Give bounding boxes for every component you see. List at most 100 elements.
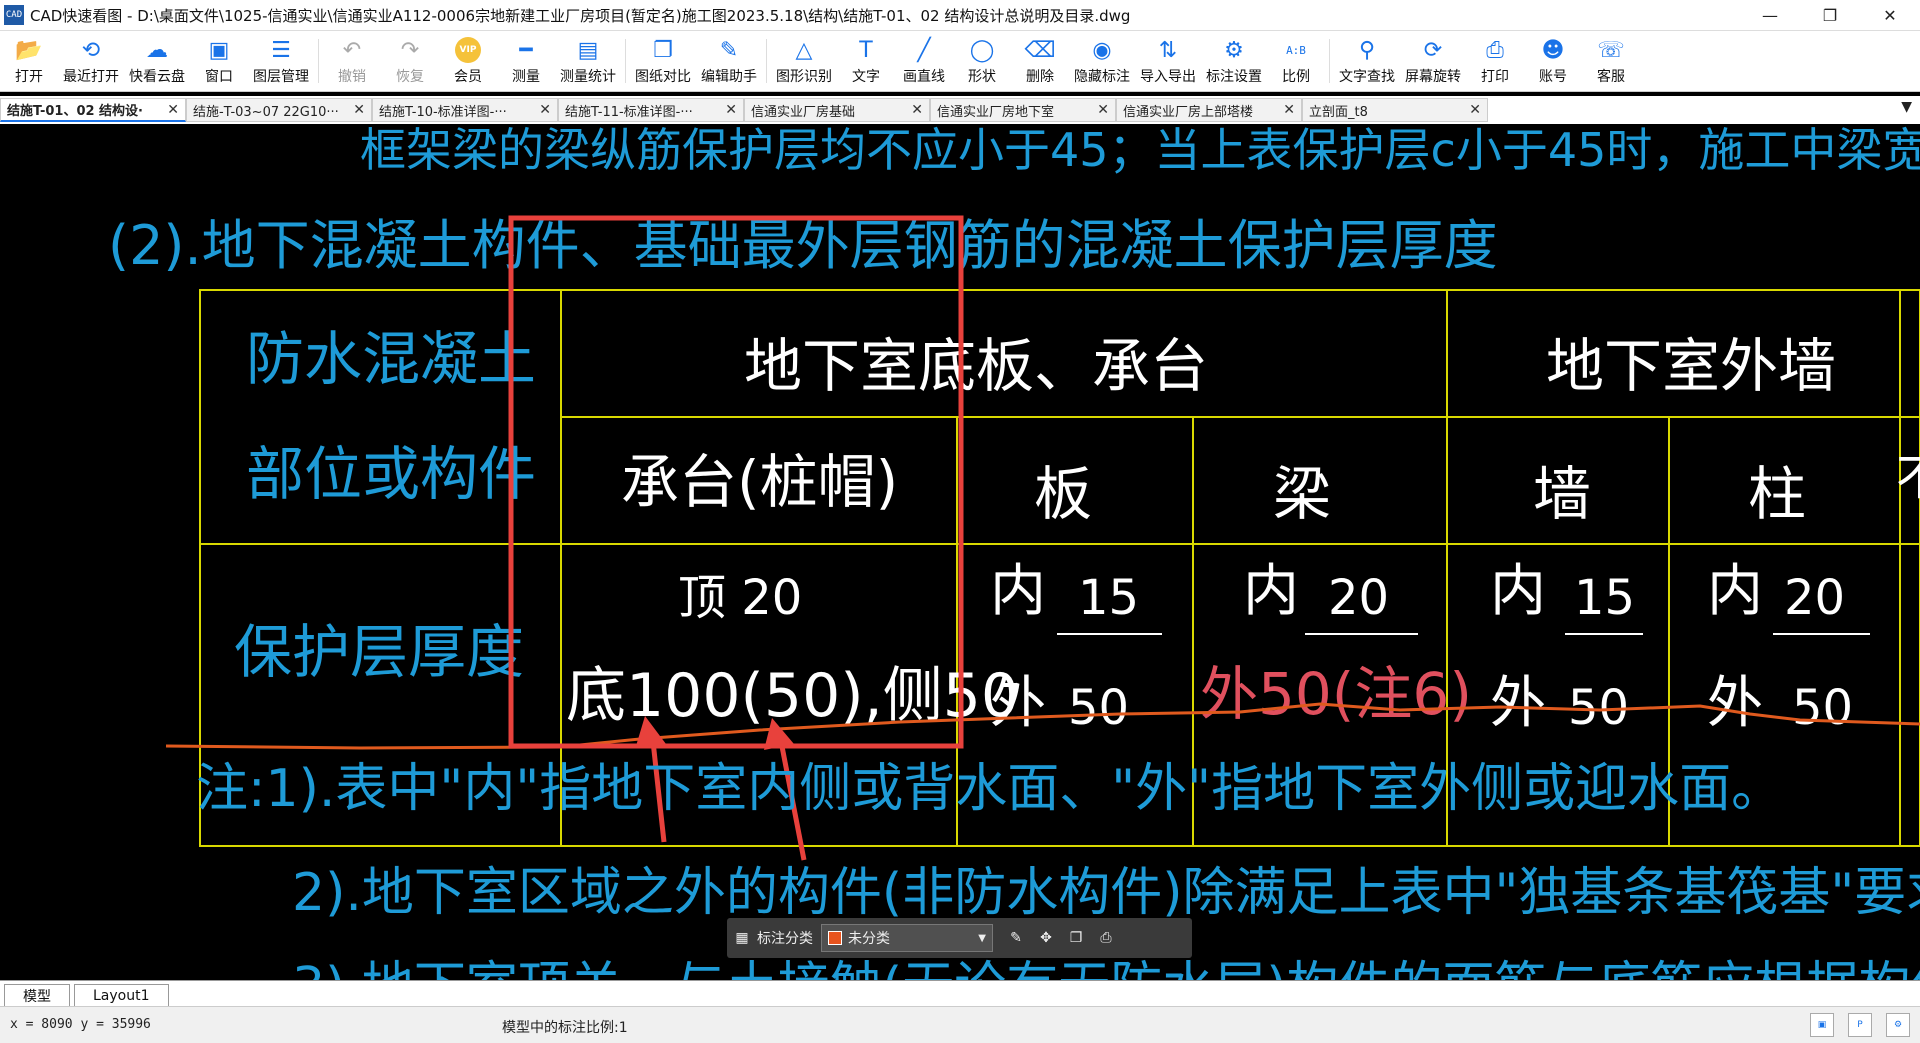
drawing-top-line: 框架梁的梁纵筋保护层均不应小于45；当上表保护层c小于45时，施工中梁宽应向外	[360, 124, 1920, 177]
row-header-2: 部位或构件	[246, 440, 536, 508]
toolbar-button-label: 图形识别	[776, 69, 832, 85]
toolbar-text-button[interactable]: T 文字	[837, 31, 895, 91]
document-tab[interactable]: 结施T-11-标准详图-··· ✕	[558, 98, 744, 122]
slab-inner-value: 15	[1078, 570, 1139, 626]
toolbar-eraser-button[interactable]: ⌫ 删除	[1011, 31, 1069, 91]
move-icon[interactable]: ✥	[1031, 930, 1061, 946]
annotation-category-select[interactable]: 未分类 ▼	[821, 924, 993, 952]
beam-inner-label: 内	[1243, 559, 1299, 624]
toolbar-line-button[interactable]: ╱ 画直线	[895, 31, 953, 91]
snapshot-icon[interactable]: ▣	[1810, 1013, 1834, 1037]
close-tab-icon[interactable]: ✕	[725, 102, 737, 118]
headset-icon: ☏	[1597, 37, 1625, 63]
toolbar-headset-button[interactable]: ☏ 客服	[1582, 31, 1640, 91]
close-tab-icon[interactable]: ✕	[1283, 102, 1295, 118]
toolbar-edit-assistant-button[interactable]: ✎ 编辑助手	[696, 31, 762, 91]
toolbar-button-label: 标注设置	[1206, 69, 1262, 85]
toolbar-measure-stats-button[interactable]: ▤ 测量统计	[555, 31, 621, 91]
toolbar-button-label: 撤销	[338, 69, 366, 85]
text-icon: T	[859, 37, 873, 63]
toolbar-button-label: 图层管理	[253, 69, 309, 85]
cloud-icon: ☁	[146, 37, 168, 63]
toolbar-cloud-button[interactable]: ☁ 快看云盘	[124, 31, 190, 91]
toolbar-button-label: 最近打开	[63, 69, 119, 85]
document-tab[interactable]: 结施T-10-标准详图-··· ✕	[372, 98, 558, 122]
toolbar-hide-annotation-button[interactable]: ◉ 隐藏标注	[1069, 31, 1135, 91]
edit-annotation-icon[interactable]: ✎	[1001, 930, 1031, 946]
toolbar-button-label: 打印	[1481, 69, 1509, 85]
wall-inner-label: 内	[1490, 559, 1546, 624]
layout-tab[interactable]: 模型	[4, 984, 70, 1007]
toolbar-annotation-settings-button[interactable]: ⚙ 标注设置	[1201, 31, 1267, 91]
toolbar-folder-open-button[interactable]: 📂 打开	[0, 31, 58, 91]
grid-icon[interactable]: ▦	[727, 930, 757, 946]
toolbar-scale-button[interactable]: A:B 比例	[1267, 31, 1325, 91]
toolbar-compare-button[interactable]: ❐ 图纸对比	[630, 31, 696, 91]
toolbar-shape-button[interactable]: ◯ 形状	[953, 31, 1011, 91]
toolbar-button-label: 隐藏标注	[1074, 69, 1130, 85]
layers-icon: ☰	[271, 37, 291, 63]
toolbar-redo-button[interactable]: ↷ 恢复	[381, 31, 439, 91]
document-tab[interactable]: 立剖面_t8 ✕	[1302, 98, 1488, 122]
drawing-canvas[interactable]: 框架梁的梁纵筋保护层均不应小于45；当上表保护层c小于45时，施工中梁宽应向外 …	[0, 124, 1920, 980]
app-logo-icon: CAD	[4, 5, 24, 25]
layout-tab[interactable]: Layout1	[74, 984, 169, 1007]
close-tab-icon[interactable]: ✕	[1097, 102, 1109, 118]
wall-inner-value: 15	[1574, 570, 1635, 626]
toolbar-shape-recognize-button[interactable]: △ 图形识别	[771, 31, 837, 91]
status-bar: x = 8090 y = 35996 模型中的标注比例:1 ▣ P ⚙	[0, 1006, 1920, 1043]
toolbar-user-button[interactable]: ☻ 账号	[1524, 31, 1582, 91]
document-tab[interactable]: 结施-T-03~07 22G10··· ✕	[186, 98, 372, 122]
close-tab-icon[interactable]: ✕	[353, 102, 365, 118]
close-tab-icon[interactable]: ✕	[911, 102, 923, 118]
cursor-coordinates: x = 8090 y = 35996	[10, 1017, 151, 1032]
toolbar-printer-button[interactable]: ⎙ 打印	[1466, 31, 1524, 91]
toolbar-button-label: 客服	[1597, 69, 1625, 85]
toolbar-button-label: 快看云盘	[129, 69, 185, 85]
toolbar-button-label: 会员	[454, 69, 482, 85]
toolbar-history-button[interactable]: ⟲ 最近打开	[58, 31, 124, 91]
toolbar-vip-button[interactable]: VIP 会员	[439, 31, 497, 91]
document-tab[interactable]: 信通实业厂房地下室 ✕	[930, 98, 1116, 122]
toolbar-rotate-screen-button[interactable]: ⟳ 屏幕旋转	[1400, 31, 1466, 91]
document-tab-label: 立剖面_t8	[1309, 104, 1368, 120]
tab-overflow-icon[interactable]: ▼	[1901, 99, 1912, 115]
history-icon: ⟲	[81, 37, 101, 63]
slab-outer-label: 外	[990, 671, 1046, 736]
close-tab-icon[interactable]: ✕	[1469, 102, 1481, 118]
document-tab-label: 结施-T-03~07 22G10···	[193, 104, 339, 120]
text-search-icon: ⚲	[1358, 37, 1376, 63]
document-tab-label: 信通实业厂房地下室	[937, 104, 1055, 120]
close-tab-icon[interactable]: ✕	[167, 102, 179, 118]
paste-icon[interactable]: ⎙	[1091, 930, 1121, 946]
toolbar-separator	[766, 39, 767, 83]
toolbar-button-label: 打开	[15, 69, 43, 85]
measure-stats-icon: ▤	[577, 37, 599, 63]
toolbar-layers-button[interactable]: ☰ 图层管理	[248, 31, 314, 91]
pdf-icon[interactable]: P	[1848, 1013, 1872, 1037]
maximize-button[interactable]: ❐	[1800, 0, 1860, 30]
category-color-swatch	[828, 931, 842, 945]
toolbar-undo-button[interactable]: ↶ 撤销	[323, 31, 381, 91]
document-tab[interactable]: 结施T-01、02 结构设· ✕	[0, 98, 186, 122]
toolbar-text-search-button[interactable]: ⚲ 文字查找	[1334, 31, 1400, 91]
toolbar-import-export-button[interactable]: ⇅ 导入导出	[1135, 31, 1201, 91]
minimize-button[interactable]: —	[1740, 0, 1800, 30]
document-tab[interactable]: 信通实业厂房上部塔楼 ✕	[1116, 98, 1302, 122]
toolbar-ruler-button[interactable]: ━ 测量	[497, 31, 555, 91]
col-column: 柱	[1748, 460, 1806, 528]
col-slab: 板	[1034, 460, 1092, 528]
toolbar-button-label: 账号	[1539, 69, 1567, 85]
copy-icon[interactable]: ❐	[1061, 930, 1091, 946]
close-button[interactable]: ✕	[1860, 0, 1920, 30]
toolbar-window-button[interactable]: ▣ 窗口	[190, 31, 248, 91]
column-outer-label: 外	[1707, 671, 1763, 736]
close-tab-icon[interactable]: ✕	[539, 102, 551, 118]
document-tab[interactable]: 信通实业厂房基础 ✕	[744, 98, 930, 122]
annotation-settings-icon: ⚙	[1224, 37, 1244, 63]
settings-icon[interactable]: ⚙	[1886, 1013, 1910, 1037]
column-inner-label: 内	[1707, 559, 1763, 624]
printer-icon: ⎙	[1486, 37, 1504, 63]
annotation-category-bar: ▦ 标注分类 未分类 ▼ ✎ ✥ ❐ ⎙	[727, 918, 1192, 958]
toolbar-button-label: 窗口	[205, 69, 233, 85]
